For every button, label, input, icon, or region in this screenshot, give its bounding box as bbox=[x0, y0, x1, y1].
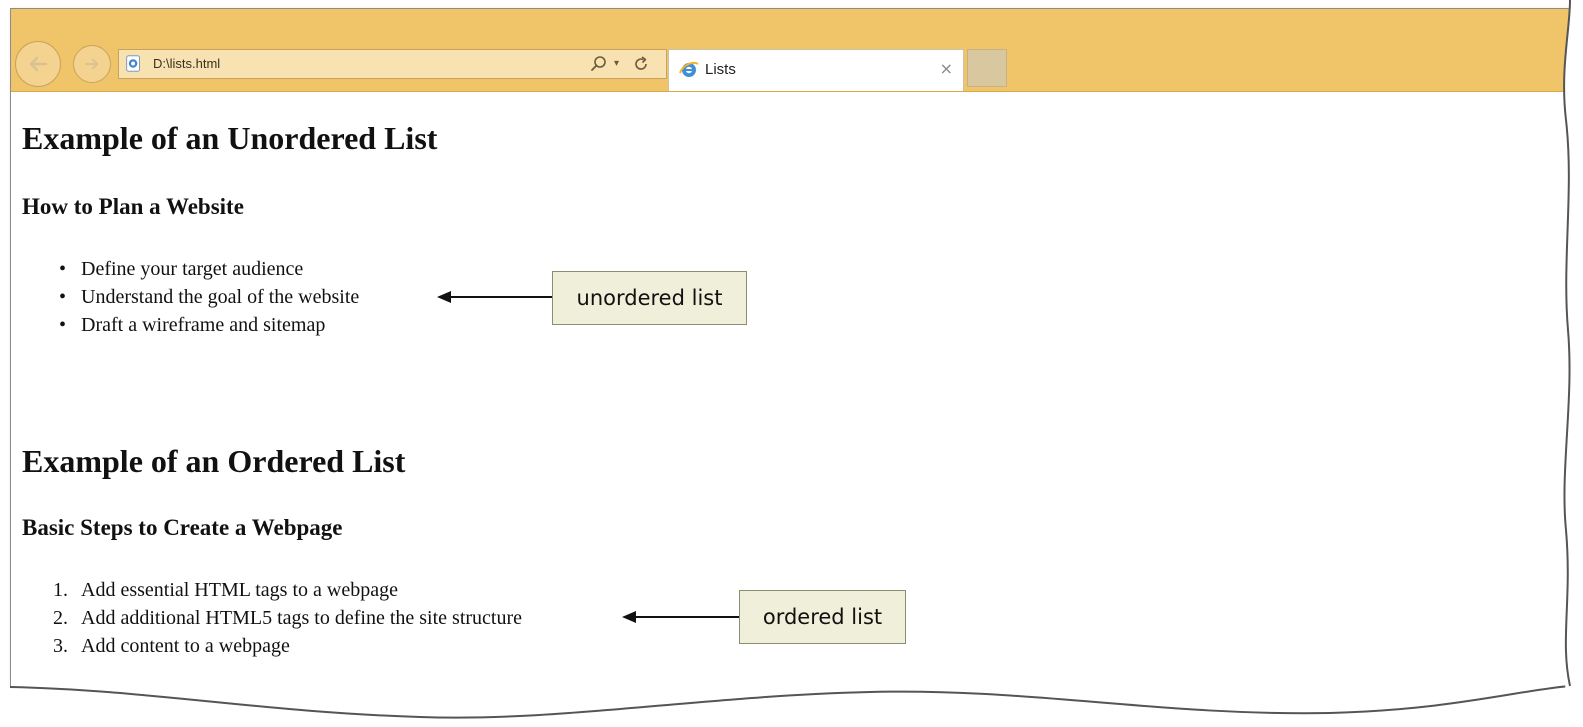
list-item: 1. Add essential HTML tags to a webpage bbox=[53, 576, 522, 604]
forward-arrow-icon bbox=[85, 58, 99, 70]
bullet-marker: • bbox=[59, 314, 67, 336]
refresh-icon[interactable] bbox=[631, 54, 651, 74]
browser-toolbar: D:\lists.html ▾ Lists × bbox=[11, 9, 1571, 92]
address-url: D:\lists.html bbox=[153, 56, 221, 71]
ordered-list: 1. Add essential HTML tags to a webpage 2… bbox=[53, 576, 522, 660]
unordered-heading: Example of an Unordered List bbox=[22, 120, 438, 156]
callout-arrow-line bbox=[634, 616, 739, 618]
search-icon[interactable] bbox=[589, 54, 609, 74]
list-item: • Define your target audience bbox=[53, 255, 359, 283]
list-item: 2. Add additional HTML5 tags to define th… bbox=[53, 604, 522, 632]
screenshot-stage: D:\lists.html ▾ Lists × Example of an Un… bbox=[0, 0, 1583, 727]
unordered-list: • Define your target audience • Understand… bbox=[53, 255, 359, 339]
callout-arrow-line bbox=[449, 296, 552, 298]
address-bar[interactable]: D:\lists.html ▾ bbox=[118, 49, 667, 79]
number-marker: 1. bbox=[53, 579, 68, 601]
close-icon[interactable]: × bbox=[940, 59, 953, 78]
back-button[interactable] bbox=[15, 41, 61, 87]
unordered-callout: unordered list bbox=[552, 271, 747, 325]
new-tab-button[interactable] bbox=[967, 49, 1007, 87]
list-item: • Understand the goal of the website bbox=[53, 283, 359, 311]
unordered-subheading: How to Plan a Website bbox=[22, 194, 244, 219]
tab-title: Lists bbox=[705, 61, 736, 78]
back-arrow-icon bbox=[29, 56, 48, 72]
bullet-marker: • bbox=[59, 258, 67, 280]
number-marker: 2. bbox=[53, 607, 68, 629]
ie-page-icon bbox=[126, 55, 140, 72]
list-item: • Draft a wireframe and sitemap bbox=[53, 311, 359, 339]
number-marker: 3. bbox=[53, 635, 68, 657]
ordered-heading: Example of an Ordered List bbox=[22, 443, 406, 479]
bullet-marker: • bbox=[59, 286, 67, 308]
forward-button[interactable] bbox=[73, 45, 111, 83]
ordered-subheading: Basic Steps to Create a Webpage bbox=[22, 515, 343, 540]
chevron-down-icon[interactable]: ▾ bbox=[614, 54, 619, 74]
tab-lists[interactable]: Lists × bbox=[668, 49, 964, 91]
ie-logo-icon bbox=[679, 61, 699, 77]
list-item: 3. Add content to a webpage bbox=[53, 632, 522, 660]
ordered-callout: ordered list bbox=[739, 590, 906, 644]
